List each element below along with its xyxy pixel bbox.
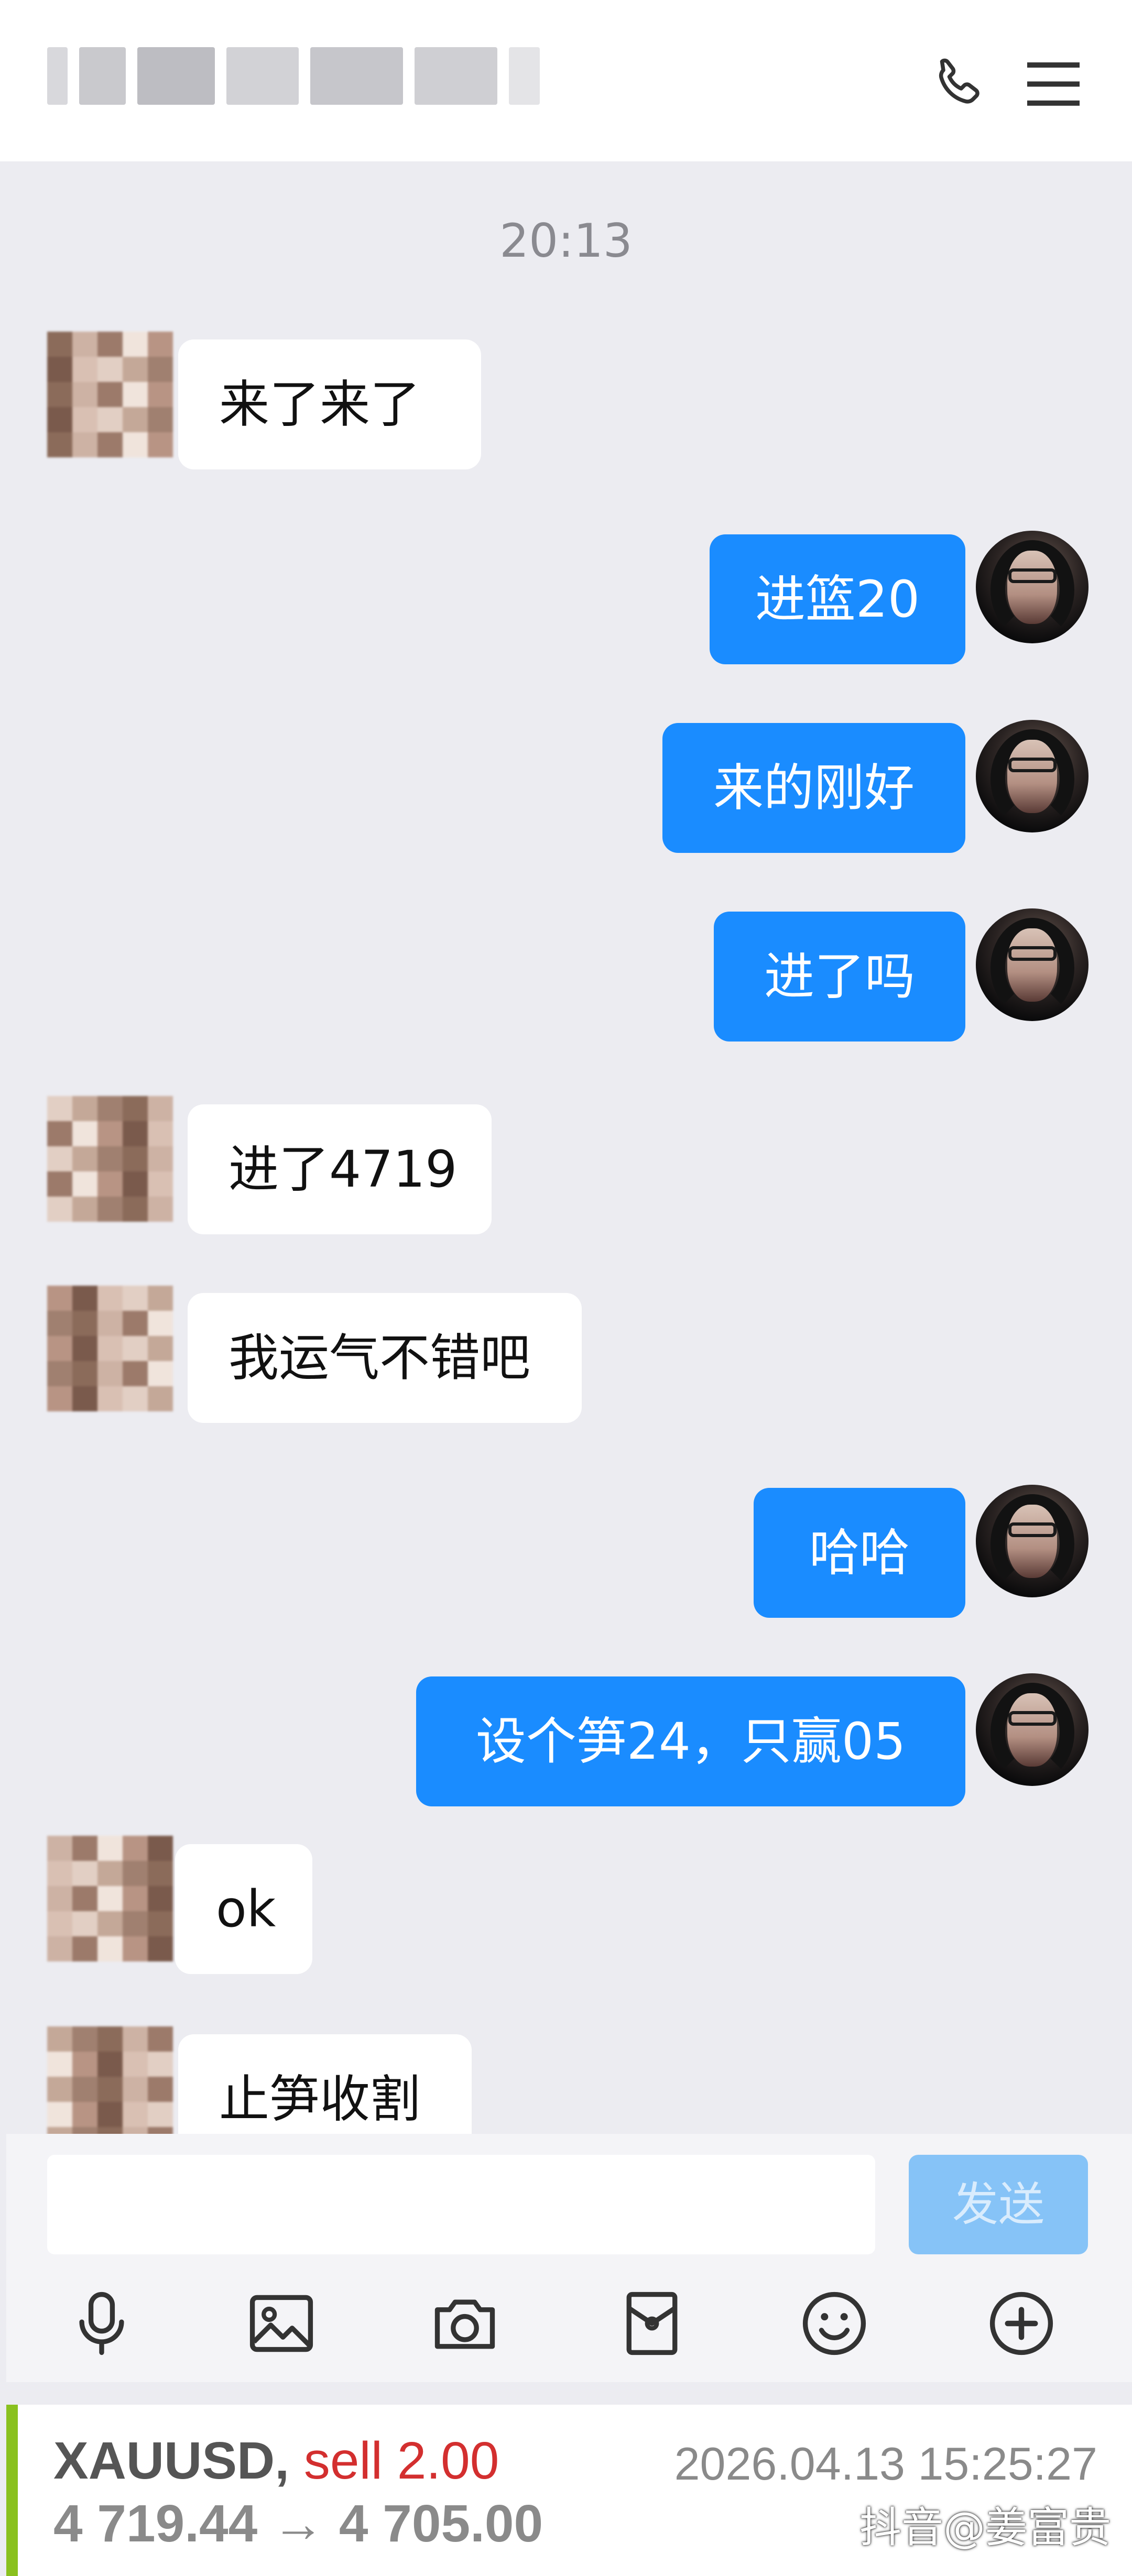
message-timestamp: 20:13 xyxy=(499,214,633,268)
my-avatar[interactable] xyxy=(976,1485,1089,1597)
outgoing-message-bubble[interactable]: 来的刚好 xyxy=(662,723,965,853)
phone-call-icon[interactable] xyxy=(928,52,990,115)
outgoing-message-bubble[interactable]: 哈哈 xyxy=(754,1488,965,1618)
watermark: 抖音@姜富贵 xyxy=(859,2503,1111,2552)
contact-avatar[interactable] xyxy=(47,1286,173,1411)
outgoing-message-bubble[interactable]: 进篮20 xyxy=(710,534,965,664)
contact-avatar[interactable] xyxy=(47,2026,173,2134)
my-avatar[interactable] xyxy=(976,1673,1089,1786)
microphone-icon[interactable] xyxy=(65,2287,138,2360)
outgoing-message-bubble[interactable]: 进了吗 xyxy=(714,912,965,1042)
contact-avatar[interactable] xyxy=(47,332,173,457)
camera-icon[interactable] xyxy=(428,2287,502,2360)
trade-side: sell 2.00 xyxy=(303,2431,499,2490)
emoji-icon[interactable] xyxy=(798,2287,871,2360)
my-avatar[interactable] xyxy=(976,531,1089,643)
my-avatar[interactable] xyxy=(976,720,1089,832)
trade-prices: 4 719.44 → 4 705.00 xyxy=(53,2494,543,2553)
trade-symbol: XAUUSD, xyxy=(53,2431,290,2490)
my-avatar[interactable] xyxy=(976,908,1089,1021)
plus-icon[interactable] xyxy=(985,2287,1058,2360)
incoming-message-bubble[interactable]: ok xyxy=(175,1844,312,1974)
incoming-message-bubble[interactable]: 进了4719 xyxy=(188,1104,492,1234)
incoming-message-bubble[interactable]: 我运气不错吧 xyxy=(188,1293,582,1423)
trade-info-banner: XAUUSD, sell 2.00 4 719.44 → 4 705.00 20… xyxy=(6,2405,1132,2576)
contact-name-blurred xyxy=(47,42,540,110)
contact-avatar[interactable] xyxy=(47,1836,173,1961)
message-input[interactable] xyxy=(47,2155,875,2254)
contact-avatar[interactable] xyxy=(47,1096,173,1222)
send-button[interactable]: 发送 xyxy=(909,2155,1088,2254)
message-composer: 发送 xyxy=(6,2134,1132,2382)
chat-header xyxy=(0,0,1132,161)
menu-icon[interactable] xyxy=(1025,58,1082,110)
trade-symbol-line: XAUUSD, sell 2.00 xyxy=(53,2431,499,2491)
trade-accent-bar xyxy=(6,2405,18,2576)
trade-datetime: 2026.04.13 15:25:27 xyxy=(674,2438,1097,2490)
message-list[interactable]: 20:13 来了来了 进篮20 来的刚好 进了吗 进了4719 我运气不错吧 哈… xyxy=(6,161,1132,2134)
outgoing-message-bubble[interactable]: 设个笋24，只赢05 xyxy=(416,1676,965,1806)
red-packet-icon[interactable] xyxy=(615,2287,689,2360)
image-icon[interactable] xyxy=(245,2287,318,2360)
incoming-message-bubble[interactable]: 来了来了 xyxy=(178,339,481,469)
incoming-message-bubble[interactable]: 止笋收割 xyxy=(178,2034,472,2134)
